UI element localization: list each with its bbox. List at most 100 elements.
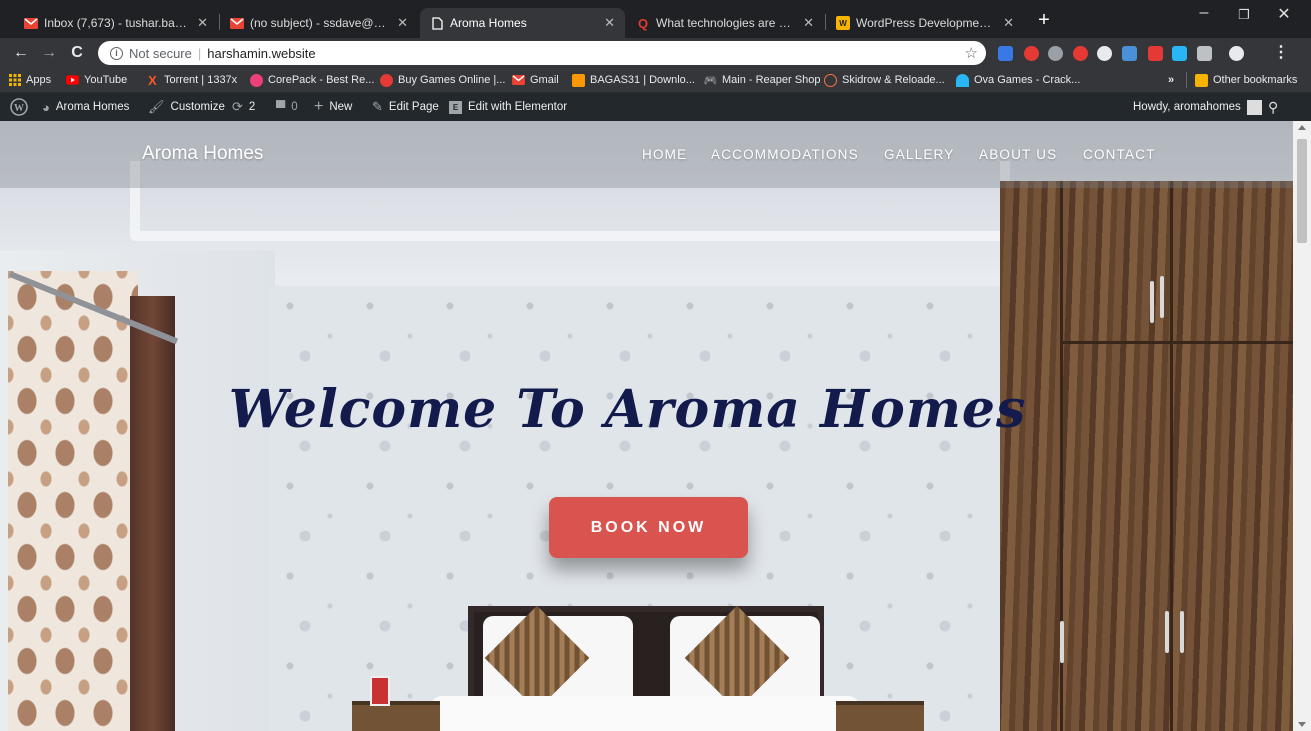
extension-yab-icon[interactable] [1073, 46, 1088, 61]
extension-adblock-icon[interactable] [1024, 46, 1039, 61]
book-now-button[interactable]: BOOK NOW [549, 497, 748, 558]
tab-no-subject[interactable]: (no subject) - ssdave@mitaoe.ac ✕ [220, 8, 418, 38]
scroll-up-arrow-icon[interactable] [1298, 125, 1306, 130]
tab-aroma-homes[interactable]: Aroma Homes ✕ [420, 8, 625, 38]
window-close-icon[interactable]: ✕ [1264, 4, 1304, 24]
browser-tab-strip: Inbox (7,673) - tushar.bana98@g ✕ (no su… [0, 0, 1311, 38]
hero-heading: Welcome To Aroma Homes [228, 379, 1027, 440]
close-icon[interactable]: ✕ [397, 15, 408, 31]
comment-icon: ▀ [276, 99, 286, 115]
forward-arrow-icon[interactable]: → [38, 42, 60, 64]
address-bar[interactable]: i Not secure | harshamin.website ☆ [98, 41, 986, 65]
back-arrow-icon[interactable]: ← [10, 42, 32, 64]
wp-comments-count: 0 [291, 101, 298, 113]
wp-new[interactable]: + New [314, 93, 352, 121]
bookmark-bagas[interactable]: BAGAS31 | Downlo... [572, 72, 695, 88]
bookmark-torrent[interactable]: X Torrent | 1337x [146, 72, 237, 88]
bookmark-label: Apps [26, 74, 52, 86]
bookmark-youtube[interactable]: YouTube [66, 72, 127, 88]
tab-title: Aroma Homes [450, 16, 527, 30]
maximize-icon[interactable]: ❐ [1224, 7, 1264, 23]
nav-accommodations[interactable]: ACCOMMODATIONS [711, 147, 859, 162]
bookmark-reaper-shop[interactable]: 🎮 Main - Reaper Shop [703, 72, 821, 88]
tab-title: (no subject) - ssdave@mitaoe.ac [250, 16, 391, 30]
brush-icon: 🖌 [148, 99, 165, 114]
tab-quora[interactable]: Q What technologies are used to c ✕ [626, 8, 824, 38]
wordpress-logo-icon[interactable]: W [10, 93, 28, 121]
elementor-icon: E [449, 100, 462, 114]
wp-comments[interactable]: ▀ 0 [276, 93, 298, 121]
close-icon[interactable]: ✕ [604, 15, 615, 31]
wp-customize-label: Customize [170, 101, 225, 113]
bookmarks-overflow-button[interactable]: » [1168, 72, 1174, 88]
wp-site-name[interactable]: ◕ Aroma Homes [42, 93, 129, 121]
wp-site-name-label: Aroma Homes [55, 101, 130, 113]
wp-updates[interactable]: ⟳ 2 [232, 93, 255, 121]
wp-edit-page-label: Edit Page [388, 101, 439, 113]
bookmark-label: Ova Games - Crack... [974, 74, 1081, 86]
bookmark-apps[interactable]: Apps [8, 72, 51, 88]
bookmark-label: Gmail [530, 74, 559, 86]
wp-edit-page[interactable]: ✎ Edit Page [372, 93, 439, 121]
extension-more-icon[interactable] [1197, 46, 1212, 61]
bagas-icon [572, 73, 585, 87]
bookmark-skidrow[interactable]: Skidrow & Reloade... [824, 72, 945, 88]
nav-home[interactable]: HOME [642, 147, 687, 162]
other-bookmarks[interactable]: Other bookmarks [1195, 72, 1297, 88]
minimize-icon[interactable]: – [1184, 4, 1224, 22]
site-title[interactable]: Aroma Homes [142, 143, 263, 165]
skidrow-icon [824, 73, 837, 87]
ova-icon [956, 73, 969, 87]
bookmark-label: Main - Reaper Shop [722, 74, 821, 86]
scroll-down-arrow-icon[interactable] [1298, 722, 1306, 727]
tab-wordpress-dev[interactable]: W WordPress Development for Beg ✕ [826, 8, 1024, 38]
avatar [1246, 99, 1262, 115]
page-scrollbar[interactable] [1293, 121, 1311, 731]
kebab-menu-icon[interactable]: ⋮ [1270, 42, 1292, 64]
nav-about-us[interactable]: ABOUT US [979, 147, 1057, 162]
nav-gallery[interactable]: GALLERY [884, 147, 954, 162]
profile-avatar[interactable] [1229, 46, 1244, 61]
new-tab-button[interactable]: + [1033, 10, 1055, 32]
search-icon[interactable]: ⚲ [1268, 93, 1278, 121]
games-icon [380, 73, 393, 87]
close-icon[interactable]: ✕ [803, 15, 814, 31]
extension-chat-icon[interactable] [1172, 46, 1187, 61]
extension-screenshot-icon[interactable] [1122, 46, 1137, 61]
bookmark-corepack[interactable]: CorePack - Best Re... [250, 72, 374, 88]
wp-account[interactable]: Howdy, aromahomes [1133, 93, 1262, 121]
nav-contact[interactable]: CONTACT [1083, 147, 1156, 162]
plus-icon: + [314, 98, 324, 115]
folder-icon [1195, 73, 1208, 87]
tab-inbox[interactable]: Inbox (7,673) - tushar.bana98@g ✕ [14, 8, 218, 38]
page-icon [430, 16, 444, 30]
bookmark-star-icon[interactable]: ☆ [965, 44, 978, 62]
bookmark-label: Skidrow & Reloade... [842, 74, 945, 86]
wp-edit-elementor[interactable]: E Edit with Elementor [449, 93, 567, 121]
dashboard-icon: ◕ [42, 99, 50, 115]
scrollbar-thumb[interactable] [1297, 139, 1307, 243]
close-icon[interactable]: ✕ [1003, 15, 1014, 31]
extension-shield-icon[interactable] [1148, 46, 1163, 61]
apps-grid-icon [8, 74, 21, 87]
extension-bulb-icon[interactable] [1048, 46, 1063, 61]
bookmark-label: Buy Games Online |... [398, 74, 506, 86]
corepack-icon [250, 73, 263, 87]
divider: | [197, 45, 202, 61]
extension-cashback-icon[interactable] [998, 46, 1013, 61]
reload-icon[interactable]: C [66, 42, 88, 64]
wp-updates-count: 2 [248, 101, 256, 113]
wp-customize[interactable]: 🖌 Customize [148, 93, 225, 121]
url-text: harshamin.website [207, 45, 316, 61]
tab-title: What technologies are used to c [656, 16, 797, 30]
pencil-icon: ✎ [372, 99, 383, 114]
bookmark-buy-games[interactable]: Buy Games Online |... [380, 72, 505, 88]
bookmark-ova-games[interactable]: Ova Games - Crack... [956, 72, 1080, 88]
close-icon[interactable]: ✕ [197, 15, 208, 31]
info-icon[interactable]: i [110, 46, 123, 60]
gamepad-icon: 🎮 [703, 74, 718, 87]
bookmark-label: Other bookmarks [1213, 74, 1298, 86]
extension-block-icon[interactable] [1097, 46, 1112, 61]
bookmark-label: Torrent | 1337x [164, 74, 238, 86]
bookmark-gmail[interactable]: Gmail [512, 72, 559, 88]
